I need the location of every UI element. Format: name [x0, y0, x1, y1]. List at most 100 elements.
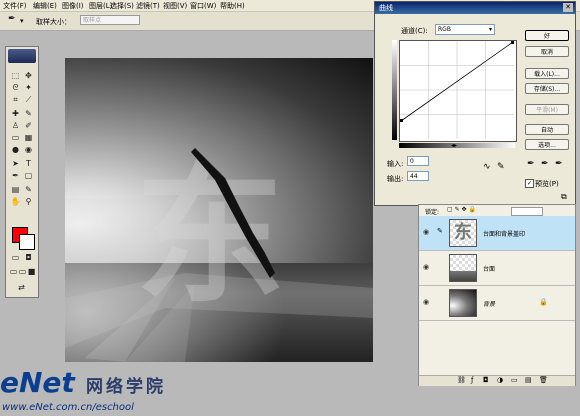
layer-style-icon[interactable]: ƒ	[471, 376, 473, 384]
healing-brush-icon[interactable]: ✚	[10, 109, 21, 119]
slice-icon[interactable]: ⟋	[23, 95, 34, 105]
brush-icon: ✎	[437, 227, 443, 235]
expand-icon[interactable]: ⧉	[561, 192, 567, 202]
curve-grid	[400, 41, 514, 139]
eyedropper-tool-icon[interactable]: ✎	[23, 185, 34, 195]
menu-help[interactable]: 帮助(H)	[220, 1, 245, 11]
clone-stamp-icon[interactable]: ♙	[10, 121, 21, 131]
smooth-button[interactable]: 平滑(M)	[525, 104, 569, 115]
trash-icon[interactable]: 🗑	[539, 376, 548, 384]
hand-icon[interactable]: ✋	[10, 197, 21, 207]
pen-icon[interactable]: ✒	[10, 171, 21, 181]
lasso-icon[interactable]: ᘓ	[10, 83, 21, 93]
chevron-down-icon[interactable]: ▾	[20, 17, 24, 25]
sample-size-select[interactable]: 取样点	[80, 15, 140, 25]
eraser-icon[interactable]: ▭	[10, 133, 21, 143]
watermark-url: www.eNet.com.cn/eschool	[2, 402, 134, 413]
menu-filter[interactable]: 滤镜(T)	[136, 1, 160, 11]
output-label: 输出:	[387, 175, 404, 183]
crop-icon[interactable]: ⌗	[10, 95, 21, 105]
pencil-icon[interactable]: ✎	[497, 162, 505, 172]
canvas-artwork: 东	[65, 148, 373, 362]
background-color-swatch[interactable]	[19, 234, 35, 250]
layer-name: 台面和背景盖印	[483, 231, 526, 238]
preview-label: 预览(P)	[535, 180, 559, 188]
lock-label: 锁定:	[425, 209, 440, 216]
menu-view[interactable]: 视图(V)	[163, 1, 187, 11]
layer-thumbnail	[449, 254, 477, 282]
shape-icon[interactable]: ▢	[23, 171, 34, 181]
curve-point[interactable]	[400, 119, 403, 122]
move-icon[interactable]: ✥	[23, 71, 34, 81]
brush-icon[interactable]: ✎	[23, 109, 34, 119]
layer-thumbnail	[449, 289, 477, 317]
output-field[interactable]: 44	[407, 171, 429, 181]
eye-icon[interactable]: ◉	[423, 228, 433, 236]
curve-mode-icon[interactable]: ∿	[483, 162, 491, 172]
new-layer-icon[interactable]: ▤	[525, 376, 532, 384]
document-canvas[interactable]: 东	[65, 58, 373, 362]
lock-icons[interactable]: ▢ ✎ ✥ 🔒	[447, 206, 476, 213]
curve-point[interactable]	[511, 41, 514, 44]
adjustment-icon[interactable]: ◑	[497, 376, 503, 384]
black-eyedropper-icon[interactable]: ✒	[527, 159, 535, 169]
chevron-down-icon: ▾	[488, 26, 492, 33]
menu-edit[interactable]: 编辑(E)	[33, 1, 57, 11]
type-icon[interactable]: T	[23, 159, 34, 169]
lock-icon: 🔒	[539, 298, 548, 306]
screen-mode-full-icon[interactable]: ■	[26, 267, 37, 277]
channel-select[interactable]: RGB ▾	[435, 24, 495, 35]
close-icon[interactable]: ✕	[563, 3, 573, 12]
new-group-icon[interactable]: ▭	[511, 376, 518, 384]
eye-icon[interactable]: ◉	[423, 263, 433, 271]
zoom-icon[interactable]: ⚲	[23, 197, 34, 207]
menu-window[interactable]: 窗口(W)	[190, 1, 216, 11]
gradient-icon[interactable]: ▦	[23, 133, 34, 143]
layer-name: 背景	[483, 301, 496, 308]
photoshop-logo	[8, 49, 36, 63]
preview-checkbox[interactable]: ✓	[525, 179, 534, 188]
white-eyedropper-icon[interactable]: ✒	[555, 159, 563, 169]
layers-footer: ⛓ ƒ ◘ ◑ ▭ ▤ 🗑	[419, 375, 575, 386]
eye-icon[interactable]: ◉	[423, 298, 433, 306]
magic-wand-icon[interactable]: ✦	[23, 83, 34, 93]
notes-icon[interactable]: ▤	[10, 185, 21, 195]
auto-button[interactable]: 自动	[525, 124, 569, 135]
layer-thumbnail: 东	[449, 219, 477, 247]
sample-size-label: 取样大小：	[36, 18, 71, 26]
curves-dialog: 曲线 ✕ 通道(C): RGB ▾ ◂▸ 输入: 0 输出: 44 ∿ ✎ 好 …	[374, 1, 576, 206]
quick-mask-icon[interactable]: ◘	[23, 253, 34, 263]
toolbox: ⬚ ✥ ᘓ ✦ ⌗ ⟋ ✚ ✎ ♙ ✐ ▭ ▦ ● ◉ ➤ T ✒ ▢ ▤ ✎ …	[5, 46, 39, 298]
ok-button[interactable]: 好	[525, 30, 569, 41]
dodge-icon[interactable]: ◉	[23, 145, 34, 155]
options-button[interactable]: 选项...	[525, 139, 569, 150]
menu-select[interactable]: 选择(S)	[110, 1, 134, 11]
link-icon[interactable]: ⛓	[457, 376, 466, 384]
enet-logo: eNet	[0, 366, 75, 399]
input-field[interactable]: 0	[407, 156, 429, 166]
menu-file[interactable]: 文件(F)	[3, 1, 27, 11]
layer-row[interactable]: ◉ 背景 🔒	[419, 286, 575, 321]
overlay-character: 东	[135, 150, 285, 324]
slider-toggle-icon[interactable]: ◂▸	[451, 142, 457, 149]
load-button[interactable]: 载入(L)...	[525, 68, 569, 79]
eyedropper-icon[interactable]: ✒	[8, 14, 16, 24]
watermark-chinese: 网络学院	[86, 377, 166, 397]
path-selection-icon[interactable]: ➤	[10, 159, 21, 169]
mask-icon[interactable]: ◘	[483, 376, 489, 384]
standard-mode-icon[interactable]: ▭	[10, 253, 21, 263]
gray-eyedropper-icon[interactable]: ✒	[541, 159, 549, 169]
save-button[interactable]: 存储(S)...	[525, 83, 569, 94]
menu-layer[interactable]: 图层(L)	[89, 1, 112, 11]
layer-row[interactable]: ◉ ✎ 东 台面和背景盖印	[419, 216, 575, 251]
layer-row[interactable]: ◉ 台面	[419, 251, 575, 286]
menu-image[interactable]: 图像(I)	[62, 1, 84, 11]
history-brush-icon[interactable]: ✐	[23, 121, 34, 131]
fill-field[interactable]	[511, 207, 543, 216]
jump-to-imageready-icon[interactable]: ⇄	[16, 283, 27, 293]
marquee-icon[interactable]: ⬚	[10, 71, 21, 81]
cancel-button[interactable]: 取消	[525, 46, 569, 57]
blur-icon[interactable]: ●	[10, 145, 21, 155]
curve-graph[interactable]	[399, 40, 517, 142]
layers-panel: 锁定: ▢ ✎ ✥ 🔒 ◉ ✎ 东 台面和背景盖印 ◉ 台面 ◉ 背景 🔒 ⛓ …	[418, 204, 576, 386]
